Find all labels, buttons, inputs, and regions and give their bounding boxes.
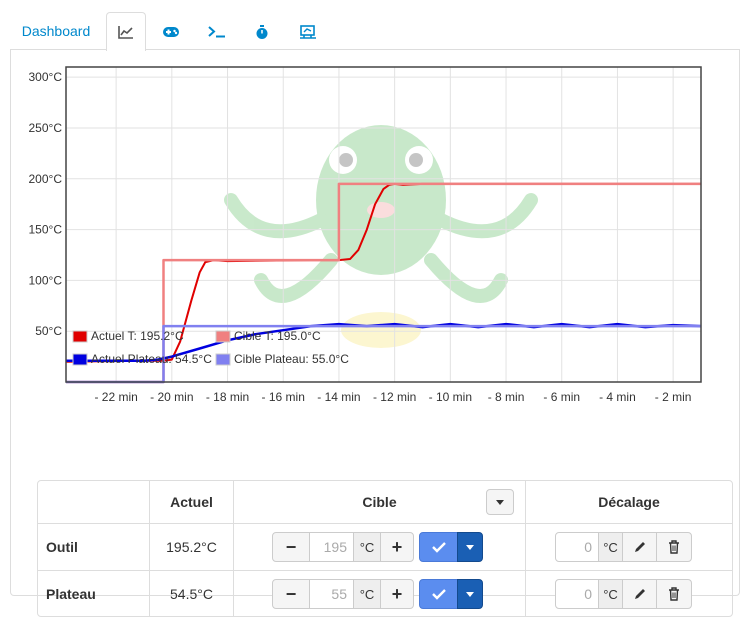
legend-label: Cible Plateau: 55.0°C — [234, 352, 349, 366]
stopwatch-icon — [256, 24, 268, 39]
legend-label: Cible T: 195.0°C — [234, 329, 321, 343]
x-tick-label: - 2 min — [655, 390, 692, 404]
plus-icon: + — [391, 583, 403, 604]
bed-offset-edit-button[interactable] — [622, 579, 657, 609]
y-tick-label: 100°C — [29, 273, 63, 287]
bed-target-set-button[interactable] — [419, 579, 458, 609]
tool-offset-input[interactable]: 0 — [555, 532, 599, 562]
gamepad-icon — [163, 27, 179, 38]
tab-control[interactable] — [150, 12, 192, 50]
tab-bar: Dashboard — [10, 12, 740, 51]
tool-offset-value: 0 — [584, 539, 592, 555]
tab-timelapse[interactable] — [242, 12, 282, 50]
header-actual: Actuel — [150, 481, 234, 523]
tool-target-unit: °C — [353, 532, 381, 562]
x-tick-label: - 4 min — [599, 390, 636, 404]
bed-target-presets-button[interactable] — [457, 579, 483, 609]
x-tick-label: - 18 min — [206, 390, 249, 404]
x-tick-label: - 6 min — [543, 390, 580, 404]
row-bed-label: Plateau — [38, 571, 150, 617]
bed-target-unit: °C — [353, 579, 381, 609]
bed-target-decrement-button[interactable]: − — [272, 579, 310, 609]
tool-offset-unit: °C — [598, 532, 623, 562]
x-tick-label: - 22 min — [94, 390, 137, 404]
row-tool-label: Outil — [38, 524, 150, 570]
y-tick-label: 50°C — [35, 324, 62, 338]
y-tick-label: 300°C — [29, 70, 63, 84]
caret-down-icon — [466, 591, 474, 597]
bed-target-increment-button[interactable]: + — [380, 579, 414, 609]
unit-label: °C — [359, 586, 375, 602]
tool-target-set-button[interactable] — [419, 532, 458, 562]
bed-offset-delete-button[interactable] — [656, 579, 692, 609]
temperature-panel: 50°C 100°C 150°C 200°C 250°C 300°C - 22 min - 2… — [10, 50, 740, 617]
header-offset: Décalage — [598, 494, 660, 510]
tab-dashboard[interactable]: Dashboard — [10, 12, 102, 50]
caret-down-icon — [466, 544, 474, 550]
unit-label: °C — [359, 539, 375, 555]
header-target-label: Cible — [362, 494, 397, 510]
check-icon — [431, 542, 446, 553]
plus-icon: + — [391, 536, 403, 557]
tool-target-input[interactable]: 195 — [309, 532, 354, 562]
header-empty — [38, 481, 150, 523]
trash-icon — [669, 587, 679, 601]
legend-label: Actuel T: 195.2°C — [91, 329, 184, 343]
tab-temperature[interactable] — [106, 12, 146, 51]
temperature-chart: 50°C 100°C 150°C 200°C 250°C 300°C - 22 min - 2… — [29, 66, 702, 404]
legend-swatch — [72, 353, 88, 366]
pencil-icon — [634, 589, 645, 599]
x-tick-label: - 16 min — [262, 390, 305, 404]
tool-offset-delete-button[interactable] — [656, 532, 692, 562]
check-icon — [431, 589, 446, 600]
y-tick-label: 150°C — [29, 223, 63, 237]
tool-target-presets-button[interactable] — [457, 532, 483, 562]
tab-gcode-viewer[interactable] — [286, 12, 330, 50]
x-tick-label: - 10 min — [429, 390, 472, 404]
tool-offset-edit-button[interactable] — [622, 532, 657, 562]
bed-target-value: 55 — [331, 586, 347, 602]
x-tick-label: - 12 min — [373, 390, 416, 404]
unit-label: °C — [603, 539, 618, 555]
timelapse-icon — [300, 25, 316, 40]
y-tick-label: 200°C — [29, 172, 63, 186]
x-tick-label: - 14 min — [317, 390, 360, 404]
minus-icon: − — [285, 583, 297, 604]
legend-swatch — [72, 330, 88, 343]
bed-target-input[interactable]: 55 — [309, 579, 354, 609]
legend-swatch — [215, 353, 231, 366]
bed-offset-input[interactable]: 0 — [555, 579, 599, 609]
target-dropdown-button[interactable] — [486, 489, 514, 515]
legend-label: Actuel Plateau: 54.5°C — [91, 352, 212, 366]
line-chart-icon — [118, 26, 133, 40]
bed-offset-value: 0 — [584, 586, 592, 602]
temperature-table: Actuel Cible Décalage Outil 195.2°C − 19… — [37, 480, 733, 617]
terminal-icon — [208, 26, 225, 38]
tool-target-value: 195 — [323, 539, 347, 555]
tool-target-decrement-button[interactable]: − — [272, 532, 310, 562]
x-tick-label: - 20 min — [150, 390, 193, 404]
header-target: Cible — [234, 481, 526, 523]
pencil-icon — [634, 542, 645, 552]
tool-target-increment-button[interactable]: + — [380, 532, 414, 562]
row-bed-actual: 54.5°C — [150, 571, 234, 617]
row-tool-actual: 195.2°C — [150, 524, 234, 570]
tab-dashboard-label: Dashboard — [21, 23, 91, 39]
bed-offset-unit: °C — [598, 579, 623, 609]
caret-down-icon — [496, 499, 504, 505]
minus-icon: − — [285, 536, 297, 557]
trash-icon — [669, 540, 679, 554]
legend-swatch — [215, 330, 231, 343]
x-tick-label: - 8 min — [488, 390, 525, 404]
unit-label: °C — [603, 586, 618, 602]
tab-terminal[interactable] — [196, 12, 238, 50]
y-tick-label: 250°C — [29, 121, 63, 135]
